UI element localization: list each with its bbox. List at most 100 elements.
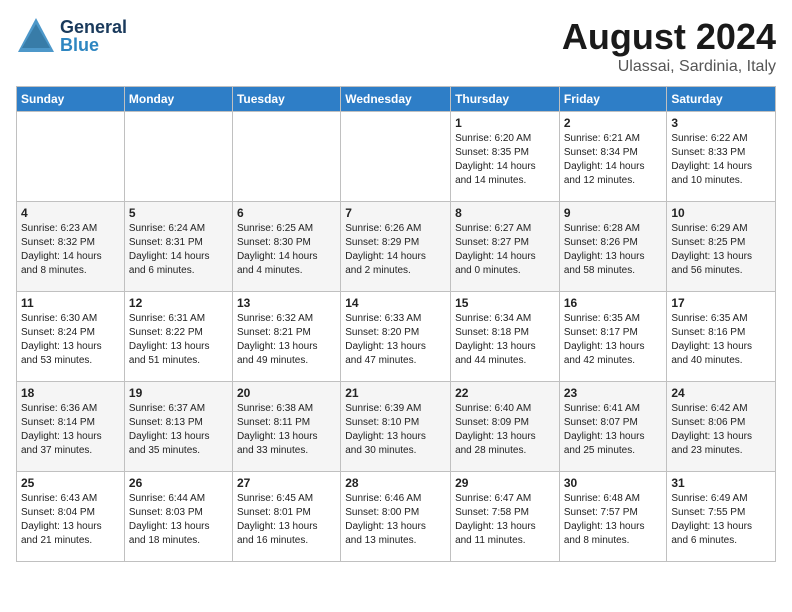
day-info: Sunrise: 6:27 AM Sunset: 8:27 PM Dayligh… (455, 222, 555, 278)
calendar-day-header: Wednesday (341, 87, 451, 112)
day-number: 29 (455, 476, 555, 490)
calendar-week-row: 18 Sunrise: 6:36 AM Sunset: 8:14 PM Dayli… (17, 382, 776, 472)
logo-text: General Blue (60, 18, 127, 54)
calendar-day-header: Saturday (667, 87, 776, 112)
calendar-table: SundayMondayTuesdayWednesdayThursdayFrid… (16, 86, 776, 562)
calendar-day-cell: 17 Sunrise: 6:35 AM Sunset: 8:16 PM Dayli… (667, 292, 776, 382)
calendar-day-cell: 1 Sunrise: 6:20 AM Sunset: 8:35 PM Daylig… (451, 112, 560, 202)
calendar-day-header: Tuesday (232, 87, 340, 112)
calendar-day-cell: 4 Sunrise: 6:23 AM Sunset: 8:32 PM Daylig… (17, 202, 125, 292)
day-info: Sunrise: 6:48 AM Sunset: 7:57 PM Dayligh… (564, 492, 663, 548)
day-number: 25 (21, 476, 120, 490)
calendar-header-row: SundayMondayTuesdayWednesdayThursdayFrid… (17, 87, 776, 112)
day-number: 23 (564, 386, 663, 400)
day-number: 5 (129, 206, 228, 220)
calendar-day-cell: 10Sunrise: 6:29 AM Sunset: 8:25 PM Dayli… (667, 202, 776, 292)
calendar-day-header: Thursday (451, 87, 560, 112)
day-info: Sunrise: 6:30 AM Sunset: 8:24 PM Dayligh… (21, 312, 120, 368)
calendar-day-cell: 24Sunrise: 6:42 AM Sunset: 8:06 PM Dayli… (667, 382, 776, 472)
day-info: Sunrise: 6:33 AM Sunset: 8:20 PM Dayligh… (345, 312, 446, 368)
calendar-day-header: Sunday (17, 87, 125, 112)
calendar-day-cell: 23 Sunrise: 6:41 AM Sunset: 8:07 PM Dayli… (559, 382, 667, 472)
day-number: 7 (345, 206, 446, 220)
day-number: 18 (21, 386, 120, 400)
day-number: 13 (237, 296, 336, 310)
calendar-day-cell (341, 112, 451, 202)
day-info: Sunrise: 6:35 AM Sunset: 8:17 PM Dayligh… (564, 312, 663, 368)
day-number: 11 (21, 296, 120, 310)
calendar-day-cell: 8 Sunrise: 6:27 AM Sunset: 8:27 PM Daylig… (451, 202, 560, 292)
calendar-day-cell: 22 Sunrise: 6:40 AM Sunset: 8:09 PM Dayli… (451, 382, 560, 472)
day-info: Sunrise: 6:42 AM Sunset: 8:06 PM Dayligh… (671, 402, 771, 458)
day-info: Sunrise: 6:49 AM Sunset: 7:55 PM Dayligh… (671, 492, 771, 548)
calendar-week-row: 25 Sunrise: 6:43 AM Sunset: 8:04 PM Dayli… (17, 472, 776, 562)
calendar-day-cell: 26 Sunrise: 6:44 AM Sunset: 8:03 PM Dayli… (124, 472, 232, 562)
calendar-day-cell (17, 112, 125, 202)
logo: General Blue (16, 16, 127, 56)
calendar-day-cell: 7Sunrise: 6:26 AM Sunset: 8:29 PM Daylig… (341, 202, 451, 292)
day-number: 30 (564, 476, 663, 490)
day-info: Sunrise: 6:32 AM Sunset: 8:21 PM Dayligh… (237, 312, 336, 368)
calendar-day-cell: 13 Sunrise: 6:32 AM Sunset: 8:21 PM Dayli… (232, 292, 340, 382)
day-number: 14 (345, 296, 446, 310)
logo-general: General (60, 18, 127, 36)
calendar-day-cell: 27Sunrise: 6:45 AM Sunset: 8:01 PM Dayli… (232, 472, 340, 562)
day-number: 12 (129, 296, 228, 310)
day-info: Sunrise: 6:46 AM Sunset: 8:00 PM Dayligh… (345, 492, 446, 548)
calendar-day-cell (124, 112, 232, 202)
day-info: Sunrise: 6:43 AM Sunset: 8:04 PM Dayligh… (21, 492, 120, 548)
day-number: 26 (129, 476, 228, 490)
month-year-title: August 2024 (562, 16, 776, 58)
day-number: 20 (237, 386, 336, 400)
calendar-day-cell: 15 Sunrise: 6:34 AM Sunset: 8:18 PM Dayli… (451, 292, 560, 382)
calendar-day-cell: 29Sunrise: 6:47 AM Sunset: 7:58 PM Dayli… (451, 472, 560, 562)
calendar-day-cell: 11 Sunrise: 6:30 AM Sunset: 8:24 PM Dayli… (17, 292, 125, 382)
day-number: 1 (455, 116, 555, 130)
day-info: Sunrise: 6:21 AM Sunset: 8:34 PM Dayligh… (564, 132, 663, 188)
calendar-day-cell: 16Sunrise: 6:35 AM Sunset: 8:17 PM Dayli… (559, 292, 667, 382)
day-info: Sunrise: 6:44 AM Sunset: 8:03 PM Dayligh… (129, 492, 228, 548)
day-number: 31 (671, 476, 771, 490)
logo-icon (16, 16, 56, 56)
calendar-day-cell: 20Sunrise: 6:38 AM Sunset: 8:11 PM Dayli… (232, 382, 340, 472)
day-number: 27 (237, 476, 336, 490)
calendar-week-row: 4 Sunrise: 6:23 AM Sunset: 8:32 PM Daylig… (17, 202, 776, 292)
day-number: 15 (455, 296, 555, 310)
day-info: Sunrise: 6:23 AM Sunset: 8:32 PM Dayligh… (21, 222, 120, 278)
day-number: 8 (455, 206, 555, 220)
title-area: August 2024 Ulassai, Sardinia, Italy (562, 16, 776, 76)
day-number: 22 (455, 386, 555, 400)
calendar-day-cell: 25 Sunrise: 6:43 AM Sunset: 8:04 PM Dayli… (17, 472, 125, 562)
calendar-day-cell: 21 Sunrise: 6:39 AM Sunset: 8:10 PM Dayli… (341, 382, 451, 472)
page-header: General Blue August 2024 Ulassai, Sardin… (16, 16, 776, 76)
calendar-day-cell: 14 Sunrise: 6:33 AM Sunset: 8:20 PM Dayli… (341, 292, 451, 382)
day-number: 17 (671, 296, 771, 310)
calendar-day-cell: 19Sunrise: 6:37 AM Sunset: 8:13 PM Dayli… (124, 382, 232, 472)
calendar-day-cell: 12 Sunrise: 6:31 AM Sunset: 8:22 PM Dayli… (124, 292, 232, 382)
calendar-day-cell: 30 Sunrise: 6:48 AM Sunset: 7:57 PM Dayli… (559, 472, 667, 562)
calendar-day-cell: 28Sunrise: 6:46 AM Sunset: 8:00 PM Dayli… (341, 472, 451, 562)
calendar-week-row: 11 Sunrise: 6:30 AM Sunset: 8:24 PM Dayli… (17, 292, 776, 382)
day-number: 4 (21, 206, 120, 220)
day-info: Sunrise: 6:22 AM Sunset: 8:33 PM Dayligh… (671, 132, 771, 188)
calendar-day-cell (232, 112, 340, 202)
calendar-day-cell: 31 Sunrise: 6:49 AM Sunset: 7:55 PM Dayli… (667, 472, 776, 562)
day-number: 9 (564, 206, 663, 220)
calendar-week-row: 1 Sunrise: 6:20 AM Sunset: 8:35 PM Daylig… (17, 112, 776, 202)
day-info: Sunrise: 6:24 AM Sunset: 8:31 PM Dayligh… (129, 222, 228, 278)
day-info: Sunrise: 6:35 AM Sunset: 8:16 PM Dayligh… (671, 312, 771, 368)
day-info: Sunrise: 6:40 AM Sunset: 8:09 PM Dayligh… (455, 402, 555, 458)
day-number: 21 (345, 386, 446, 400)
calendar-day-header: Friday (559, 87, 667, 112)
day-info: Sunrise: 6:36 AM Sunset: 8:14 PM Dayligh… (21, 402, 120, 458)
calendar-day-cell: 18 Sunrise: 6:36 AM Sunset: 8:14 PM Dayli… (17, 382, 125, 472)
day-info: Sunrise: 6:25 AM Sunset: 8:30 PM Dayligh… (237, 222, 336, 278)
day-info: Sunrise: 6:34 AM Sunset: 8:18 PM Dayligh… (455, 312, 555, 368)
day-info: Sunrise: 6:29 AM Sunset: 8:25 PM Dayligh… (671, 222, 771, 278)
day-info: Sunrise: 6:20 AM Sunset: 8:35 PM Dayligh… (455, 132, 555, 188)
day-info: Sunrise: 6:39 AM Sunset: 8:10 PM Dayligh… (345, 402, 446, 458)
calendar-day-cell: 9 Sunrise: 6:28 AM Sunset: 8:26 PM Daylig… (559, 202, 667, 292)
day-info: Sunrise: 6:41 AM Sunset: 8:07 PM Dayligh… (564, 402, 663, 458)
day-info: Sunrise: 6:31 AM Sunset: 8:22 PM Dayligh… (129, 312, 228, 368)
day-info: Sunrise: 6:28 AM Sunset: 8:26 PM Dayligh… (564, 222, 663, 278)
